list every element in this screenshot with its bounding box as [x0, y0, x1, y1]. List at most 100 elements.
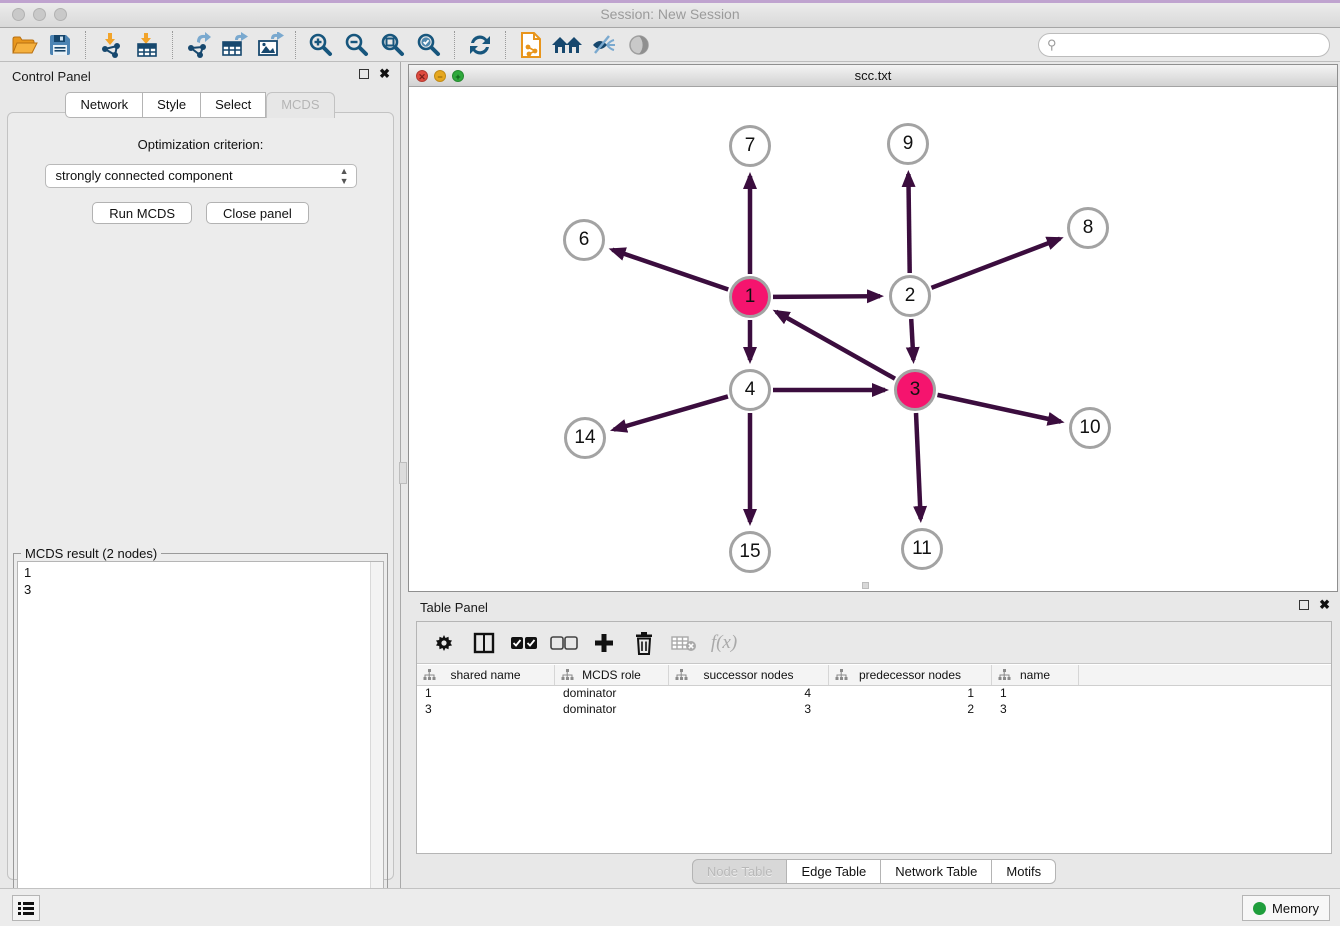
table-tabs: Node TableEdge TableNetwork TableMotifs [408, 859, 1340, 884]
network-window-titlebar[interactable]: ✕ − + scc.txt [409, 65, 1337, 87]
graph-node-1[interactable]: 1 [729, 276, 771, 318]
tab-node-table[interactable]: Node Table [692, 859, 788, 884]
cell-predecessor-nodes[interactable]: 2 [829, 702, 992, 718]
hierarchy-icon [561, 669, 574, 681]
zoom-fit-icon[interactable] [375, 30, 411, 60]
close-panel-button[interactable]: Close panel [206, 202, 309, 224]
function-builder-icon[interactable]: f(x) [709, 628, 739, 658]
tab-network[interactable]: Network [65, 92, 143, 118]
search-icon: ⚲ [1047, 37, 1057, 53]
search-field[interactable]: ⚲ [1038, 33, 1330, 57]
graph-node-2[interactable]: 2 [889, 275, 931, 317]
columns-icon[interactable] [469, 628, 499, 658]
cell-shared-name[interactable]: 1 [417, 686, 555, 702]
edge-3-11[interactable] [916, 413, 921, 519]
close-table-panel-icon[interactable]: ✖ [1319, 600, 1330, 610]
edge-2-8[interactable] [931, 239, 1059, 288]
gear-icon[interactable] [429, 628, 459, 658]
import-network-icon[interactable] [93, 30, 129, 60]
tab-select[interactable]: Select [201, 92, 266, 118]
hide-selected-icon[interactable] [585, 30, 621, 60]
control-panel-title: Control Panel [12, 69, 91, 84]
zoom-out-icon[interactable] [339, 30, 375, 60]
export-network-icon[interactable] [180, 30, 216, 60]
edge-3-10[interactable] [937, 395, 1060, 422]
task-history-button[interactable] [12, 895, 40, 921]
tab-network-table[interactable]: Network Table [881, 859, 992, 884]
select-stepper-icon: ▲▼ [340, 166, 349, 186]
column-header-predecessor-nodes[interactable]: predecessor nodes [829, 665, 992, 685]
zoom-in-icon[interactable] [303, 30, 339, 60]
show-all-icon[interactable] [621, 30, 657, 60]
delete-icon[interactable] [629, 628, 659, 658]
graph-node-6[interactable]: 6 [563, 219, 605, 261]
graph-node-9[interactable]: 9 [887, 123, 929, 165]
save-session-icon[interactable] [42, 30, 78, 60]
export-table-icon[interactable] [216, 30, 252, 60]
graph-node-15[interactable]: 15 [729, 531, 771, 573]
tab-edge-table[interactable]: Edge Table [787, 859, 881, 884]
column-header-shared-name[interactable]: shared name [417, 665, 555, 685]
mcds-result-text: 1 3 [24, 564, 367, 598]
import-table-icon[interactable] [129, 30, 165, 60]
table-row[interactable]: 1dominator411 [417, 686, 1331, 702]
graph-node-7[interactable]: 7 [729, 125, 771, 167]
first-neighbors-icon[interactable] [549, 30, 585, 60]
panel-splitter-handle[interactable] [399, 462, 407, 484]
graph-node-10[interactable]: 10 [1069, 407, 1111, 449]
zoom-selected-icon[interactable] [411, 30, 447, 60]
tab-style[interactable]: Style [143, 92, 201, 118]
network-canvas[interactable]: 7 9 6 8 1 2 4 3 14 10 15 11 [409, 87, 1337, 591]
mcds-panel: Optimization criterion: strongly connect… [7, 112, 394, 880]
edge-4-14[interactable] [614, 396, 728, 429]
frame-resize-grip[interactable] [862, 582, 869, 589]
edge-1-2[interactable] [773, 296, 880, 297]
node-table-header: shared nameMCDS rolesuccessor nodesprede… [417, 665, 1331, 686]
run-mcds-button[interactable]: Run MCDS [92, 202, 192, 224]
edge-3-1[interactable] [776, 312, 895, 379]
cell-successor-nodes[interactable]: 3 [669, 702, 829, 718]
cell-MCDS-role[interactable]: dominator [555, 702, 669, 718]
tab-motifs[interactable]: Motifs [992, 859, 1056, 884]
column-header-name[interactable]: name [992, 665, 1079, 685]
task-list-icon [17, 900, 35, 916]
cell-successor-nodes[interactable]: 4 [669, 686, 829, 702]
cell-shared-name[interactable]: 3 [417, 702, 555, 718]
search-input[interactable] [1057, 35, 1329, 55]
select-all-checkboxes-icon[interactable] [509, 628, 539, 658]
export-image-icon[interactable] [252, 30, 288, 60]
graph-node-14[interactable]: 14 [564, 417, 606, 459]
column-header-successor-nodes[interactable]: successor nodes [669, 665, 829, 685]
open-session-icon[interactable] [6, 30, 42, 60]
node-table-body: 1dominator4113dominator323 [417, 686, 1331, 718]
application-window: Session: New Session [0, 0, 1340, 926]
new-network-from-selection-icon[interactable] [513, 30, 549, 60]
float-table-panel-icon[interactable] [1299, 600, 1309, 610]
cell-name[interactable]: 1 [992, 686, 1079, 702]
node-table[interactable]: shared nameMCDS rolesuccessor nodesprede… [417, 665, 1331, 853]
graph-node-3[interactable]: 3 [894, 369, 936, 411]
mcds-result-box: MCDS result (2 nodes) 1 3 [13, 553, 388, 925]
cell-name[interactable]: 3 [992, 702, 1079, 718]
edge-2-3[interactable] [911, 319, 913, 360]
apply-layout-icon[interactable] [462, 30, 498, 60]
graph-node-8[interactable]: 8 [1067, 207, 1109, 249]
table-row[interactable]: 3dominator323 [417, 702, 1331, 718]
column-header-MCDS-role[interactable]: MCDS role [555, 665, 669, 685]
memory-button[interactable]: Memory [1242, 895, 1330, 921]
cell-predecessor-nodes[interactable]: 1 [829, 686, 992, 702]
float-panel-icon[interactable] [359, 69, 369, 79]
graph-node-4[interactable]: 4 [729, 369, 771, 411]
edge-2-9[interactable] [908, 174, 909, 273]
add-icon[interactable] [589, 628, 619, 658]
edge-1-6[interactable] [612, 250, 728, 290]
mcds-result-scrollbar[interactable] [370, 562, 383, 920]
graph-node-11[interactable]: 11 [901, 528, 943, 570]
tab-mcds[interactable]: MCDS [266, 92, 334, 118]
cell-MCDS-role[interactable]: dominator [555, 686, 669, 702]
deselect-all-checkboxes-icon[interactable] [549, 628, 579, 658]
optimization-criterion-select[interactable]: strongly connected component ▲▼ [45, 164, 357, 188]
mcds-result-area[interactable]: 1 3 [17, 561, 384, 921]
close-panel-icon[interactable]: ✖ [379, 69, 390, 79]
delete-table-icon[interactable] [669, 628, 699, 658]
